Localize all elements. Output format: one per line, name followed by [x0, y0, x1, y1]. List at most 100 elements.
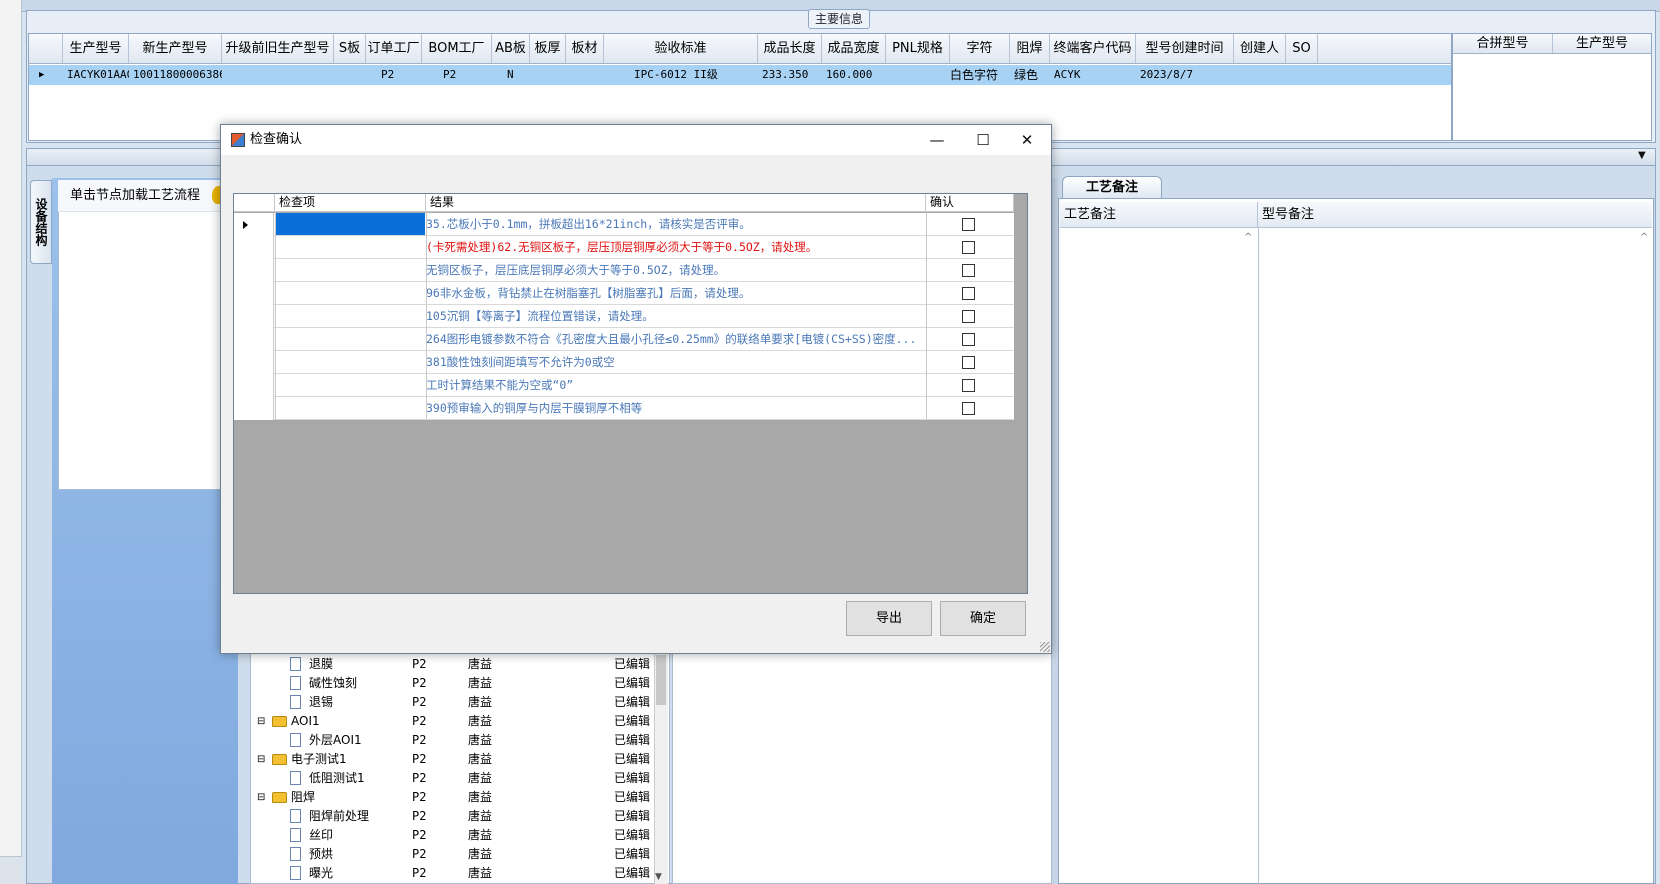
tree-cell-factory[interactable]: P2	[412, 807, 452, 826]
tree-cell-partner[interactable]: 唐益	[468, 864, 528, 883]
tree-cell-factory[interactable]: P2	[412, 826, 452, 845]
cell-character[interactable]: 白色字符	[946, 65, 1010, 85]
tree-cell-partner[interactable]: 唐益	[468, 731, 528, 750]
confirm-checkbox[interactable]	[962, 356, 975, 369]
tree-cell-partner[interactable]: 唐益	[468, 693, 528, 712]
tree-cell-status[interactable]: 已编辑	[614, 769, 654, 788]
tree-cell-partner[interactable]: 唐益	[468, 826, 528, 845]
cell-length[interactable]: 233.350	[758, 65, 822, 85]
row-header[interactable]	[234, 282, 274, 305]
tree-cell-status[interactable]: 已编辑	[614, 693, 654, 712]
cell-pnl[interactable]	[886, 65, 950, 85]
tree-cell-status[interactable]: 已编辑	[614, 674, 654, 693]
tree-node-label[interactable]: 低阻测试1	[309, 769, 365, 788]
check-item-cell[interactable]	[278, 397, 424, 420]
cell-created-time[interactable]: 2023/8/7	[1136, 65, 1234, 85]
col-header[interactable]: S板	[334, 34, 366, 64]
cell-new-production-model[interactable]: 10011800006386	[129, 65, 222, 85]
tree-cell-status[interactable]: 已编辑	[614, 731, 654, 750]
tree-node-label[interactable]: 预烘	[309, 845, 333, 864]
ok-button[interactable]: 确定	[940, 601, 1026, 636]
result-cell[interactable]: 381酸性蚀刻间距填写不允许为0或空	[426, 351, 926, 374]
confirm-checkbox[interactable]	[962, 264, 975, 277]
tab-device-structure[interactable]: 设备结构	[30, 180, 52, 264]
tree-cell-partner[interactable]: 唐益	[468, 655, 528, 674]
cell-s-board[interactable]	[334, 65, 366, 85]
tree-cell-factory[interactable]: P2	[412, 769, 452, 788]
export-button[interactable]: 导出	[846, 601, 932, 636]
row-header[interactable]	[234, 328, 274, 351]
confirm-checkbox[interactable]	[962, 287, 975, 300]
col-header[interactable]: 终端客户代码	[1050, 34, 1136, 64]
check-item-cell[interactable]	[278, 328, 424, 351]
tree-node-label[interactable]: 阻焊	[291, 788, 315, 807]
tree-node-label[interactable]: 外层AOI1	[309, 731, 362, 750]
col-header[interactable]: 型号备注	[1258, 202, 1652, 228]
cell-solder-mask[interactable]: 绿色	[1010, 65, 1050, 85]
check-item-cell[interactable]	[278, 351, 424, 374]
check-item-cell[interactable]	[278, 374, 424, 397]
tree-node-label[interactable]: 退膜	[309, 655, 333, 674]
cell-order-factory[interactable]: P2	[377, 65, 422, 85]
row-header[interactable]	[234, 397, 274, 420]
collapse-icon[interactable]: ⊟	[257, 750, 265, 769]
tree-cell-status[interactable]: 已编辑	[614, 655, 654, 674]
tree-cell-factory[interactable]: P2	[412, 693, 452, 712]
col-header[interactable]: SO	[1286, 34, 1318, 64]
cell-bom-factory[interactable]: P2	[439, 65, 492, 85]
col-header[interactable]: PNL规格	[886, 34, 950, 64]
confirm-checkbox[interactable]	[962, 402, 975, 415]
cell-customer-code[interactable]: ACYK	[1050, 65, 1136, 85]
col-header[interactable]: 成品宽度	[822, 34, 886, 64]
result-cell[interactable]: 96非水金板，背钻禁止在树脂塞孔【树脂塞孔】后面，请处理。	[426, 282, 926, 305]
cell-acceptance[interactable]: IPC-6012 II级	[630, 65, 758, 85]
col-header[interactable]: 新生产型号	[129, 34, 222, 64]
minimize-icon[interactable]: —	[914, 126, 960, 154]
confirm-checkbox[interactable]	[962, 333, 975, 346]
confirm-checkbox[interactable]	[962, 218, 975, 231]
tree-cell-status[interactable]: 已编辑	[614, 750, 654, 769]
col-header[interactable]: 工艺备注	[1060, 202, 1258, 228]
tree-cell-status[interactable]: 已编辑	[614, 864, 654, 883]
result-cell[interactable]: 无铜区板子，层压底层铜厚必须大于等于0.5OZ，请处理。	[426, 259, 926, 282]
check-item-cell[interactable]	[278, 282, 424, 305]
col-header[interactable]: 合拼型号	[1453, 34, 1553, 54]
col-header[interactable]: BOM工厂	[422, 34, 492, 64]
check-item-cell[interactable]	[278, 305, 424, 328]
tree-cell-partner[interactable]: 唐益	[468, 750, 528, 769]
col-header[interactable]: 型号创建时间	[1136, 34, 1234, 64]
tree-node-label[interactable]: 阻焊前处理	[309, 807, 369, 826]
tree-cell-factory[interactable]: P2	[412, 712, 452, 731]
tree-node-label[interactable]: 碱性蚀刻	[309, 674, 357, 693]
col-header[interactable]: 板材	[566, 34, 604, 64]
cell-so[interactable]	[1286, 65, 1318, 85]
cell-ab-board[interactable]: N	[503, 65, 530, 85]
tree-cell-factory[interactable]: P2	[412, 788, 452, 807]
col-header[interactable]: 板厚	[530, 34, 566, 64]
tree-cell-partner[interactable]: 唐益	[468, 712, 528, 731]
tree-cell-factory[interactable]: P2	[412, 750, 452, 769]
resize-grip[interactable]	[1040, 642, 1050, 652]
row-header[interactable]	[234, 259, 274, 282]
tree-cell-status[interactable]: 已编辑	[614, 712, 654, 731]
col-header[interactable]: 生产型号	[63, 34, 129, 64]
tree-node-label[interactable]: AOI1	[291, 712, 320, 731]
row-header[interactable]	[234, 213, 274, 236]
collapse-icon[interactable]: ⊟	[257, 712, 265, 731]
cell-production-model[interactable]: IACYK01AA0	[63, 65, 129, 85]
tree-cell-partner[interactable]: 唐益	[468, 788, 528, 807]
tree-cell-factory[interactable]: P2	[412, 731, 452, 750]
maximize-icon[interactable]: ☐	[960, 126, 1006, 154]
col-header[interactable]: 创建人	[1234, 34, 1286, 64]
col-header[interactable]: 生产型号	[1553, 34, 1651, 54]
tree-cell-status[interactable]: 已编辑	[614, 845, 654, 864]
tree-node-label[interactable]: 丝印	[309, 826, 333, 845]
cell-creator[interactable]	[1234, 65, 1286, 85]
tree-scrollbar-thumb[interactable]	[656, 655, 666, 705]
row-header[interactable]	[234, 305, 274, 328]
confirm-checkbox[interactable]	[962, 379, 975, 392]
tree-cell-factory[interactable]: P2	[412, 864, 452, 883]
result-cell[interactable]: 105沉铜【等离子】流程位置错误，请处理。	[426, 305, 926, 328]
tab-process-notes[interactable]: 工艺备注	[1062, 176, 1162, 198]
dropdown-arrow-icon[interactable]: ▼	[1638, 150, 1646, 161]
